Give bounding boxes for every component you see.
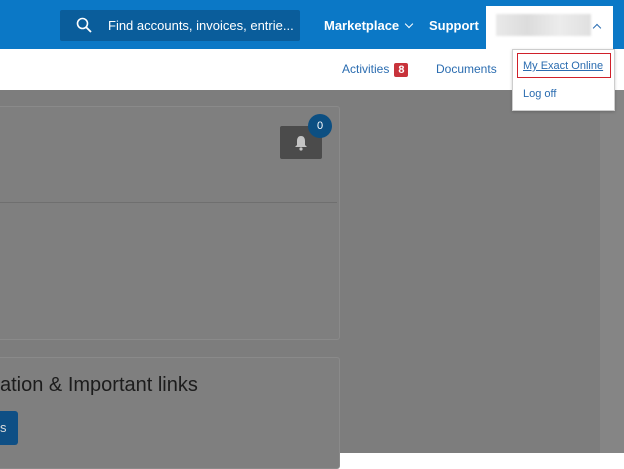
chevron-down-icon (404, 19, 414, 29)
bell-icon (295, 136, 307, 151)
log-off-link[interactable]: Log off (523, 88, 556, 100)
user-name-blurred (496, 14, 591, 36)
activities-label[interactable]: Activities (342, 62, 389, 76)
activities-link[interactable]: Activities 8 (342, 62, 409, 77)
chevron-up-icon (592, 23, 602, 33)
search-box[interactable]: Find accounts, invoices, entrie... (60, 10, 300, 41)
card-divider (0, 202, 337, 203)
marketplace-menu[interactable]: Marketplace (324, 18, 414, 33)
overlay-right-strip (600, 90, 624, 453)
documents-link[interactable]: Documents (436, 62, 497, 76)
user-menu-toggle[interactable] (486, 6, 613, 49)
search-icon (76, 17, 92, 33)
highlight-box (517, 53, 611, 78)
notification-count-badge: 0 (308, 114, 332, 138)
search-placeholder[interactable]: Find accounts, invoices, entrie... (108, 18, 294, 33)
activities-count-badge: 8 (394, 63, 409, 77)
section-action-button[interactable]: s (0, 411, 18, 445)
support-link[interactable]: Support (429, 18, 479, 33)
top-navigation-bar: Find accounts, invoices, entrie... Marke… (0, 0, 624, 49)
marketplace-label[interactable]: Marketplace (324, 18, 399, 33)
section-title: ation & Important links (0, 374, 198, 396)
